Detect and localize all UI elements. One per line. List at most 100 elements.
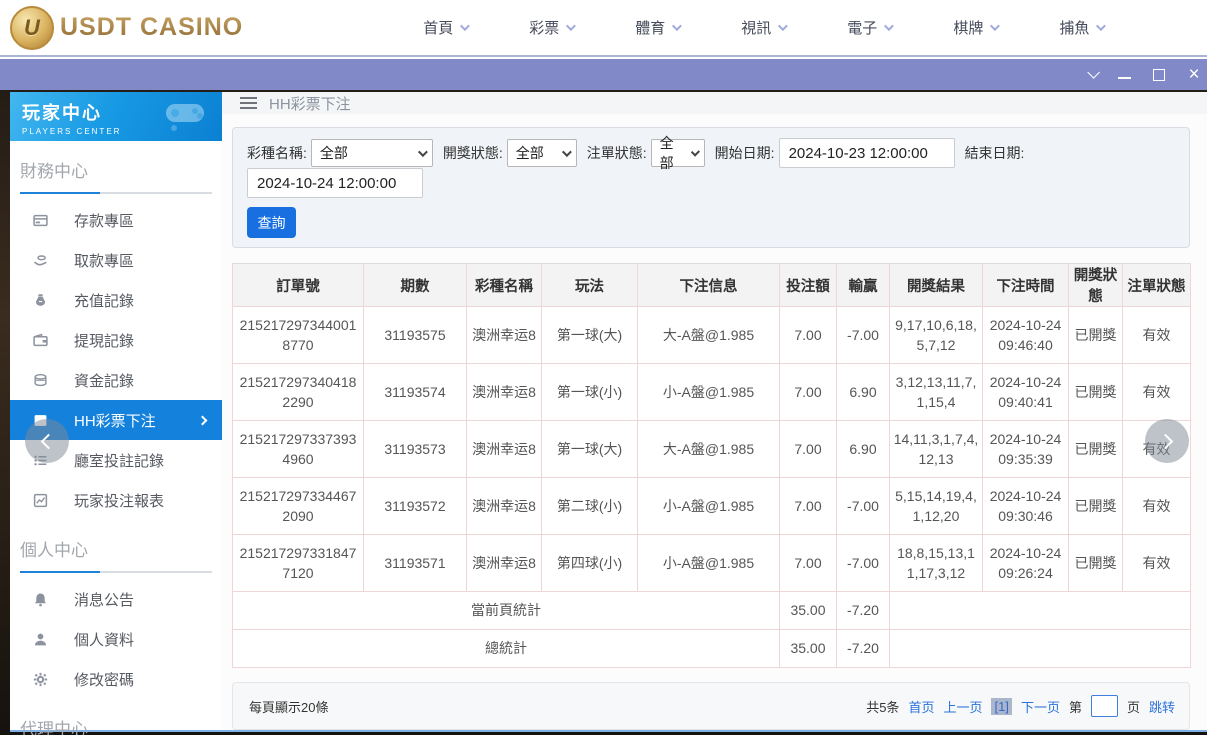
sidebar-item-profile[interactable]: 個人資料 xyxy=(10,619,222,659)
table-cell: 第一球(小) xyxy=(541,363,638,421)
order-status-select[interactable]: 全部 xyxy=(650,135,705,171)
nav-item-slots[interactable]: 電子 xyxy=(847,17,895,38)
section-divider xyxy=(20,571,212,573)
menu-icon[interactable] xyxy=(240,97,257,109)
draw-status-select[interactable]: 全部 xyxy=(506,139,577,167)
table-cell: 2152172973404182290 xyxy=(232,363,364,421)
table-header-cell: 輸贏 xyxy=(836,263,890,307)
table-header-cell: 彩種名稱 xyxy=(466,263,542,307)
table-cell: 第一球(大) xyxy=(541,306,638,364)
player-center-window: 玩家中心 PLAYERS CENTER 財務中心 存款專區 取款專區 充值記錄 提現記錄… xyxy=(10,92,1207,735)
section-title: 代理中心 xyxy=(20,720,88,735)
window-maximize-icon[interactable] xyxy=(1153,68,1165,81)
pagination-controls: 共5条 首页 上一页 [1] 下一页 第 页 跳转 xyxy=(866,695,1175,717)
nav-item-fishing[interactable]: 捕魚 xyxy=(1059,17,1107,38)
table-cell: 小-A盤@1.985 xyxy=(637,534,780,592)
sidebar-item-funds-record[interactable]: 資金記錄 xyxy=(10,360,222,400)
first-page-link[interactable]: 首页 xyxy=(908,697,934,716)
search-button[interactable]: 查詢 xyxy=(247,207,296,238)
chevron-down-icon xyxy=(672,21,683,32)
table-cell: 澳洲幸运8 xyxy=(466,477,542,535)
section-divider xyxy=(20,192,212,194)
sidebar-item-withdraw[interactable]: 取款專區 xyxy=(10,240,222,280)
nav-item-cards[interactable]: 棋牌 xyxy=(953,17,1001,38)
chevron-down-icon xyxy=(417,146,428,157)
nav-item-label: 視訊 xyxy=(741,20,772,37)
table-cell: 18,8,15,13,11,17,3,12 xyxy=(889,534,983,592)
window-collapse-icon[interactable] xyxy=(1087,66,1100,79)
table-cell: 7.00 xyxy=(779,420,837,478)
table-cell: 澳洲幸运8 xyxy=(466,420,542,478)
sidebar-item-label: 玩家投注報表 xyxy=(74,492,165,510)
prev-page-link[interactable]: 上一页 xyxy=(943,697,982,716)
section-title: 財務中心 xyxy=(20,162,88,181)
table-header-cell: 開獎結果 xyxy=(889,263,983,307)
table-cell: 31193573 xyxy=(363,420,467,478)
recharge-record-icon xyxy=(33,293,48,308)
table-row: 2152172973373934960 31193573 澳洲幸运8 第一球(大) 大-… xyxy=(232,420,1191,478)
sidebar-item-label: 修改密碼 xyxy=(74,671,135,689)
page-jump-input[interactable] xyxy=(1090,695,1118,717)
sidebar: 玩家中心 PLAYERS CENTER 財務中心 存款專區 取款專區 充值記錄 提現記錄… xyxy=(10,92,222,735)
summary-winloss-total: -7.20 xyxy=(836,629,890,668)
table-cell: 2024-10-24 09:30:46 xyxy=(982,477,1069,535)
nav-item-label: 捕魚 xyxy=(1059,20,1090,37)
table-cell: 第四球(小) xyxy=(541,534,638,592)
nav-item-sports[interactable]: 體育 xyxy=(635,17,683,38)
chevron-down-icon xyxy=(460,21,471,32)
end-date-input[interactable] xyxy=(247,168,423,198)
chevron-down-icon xyxy=(566,21,577,32)
sidebar-item-label: 消息公告 xyxy=(74,591,135,609)
sidebar-item-announcements[interactable]: 消息公告 xyxy=(10,579,222,619)
lottery-select[interactable]: 全部 xyxy=(310,139,433,167)
summary-bet-total: 35.00 xyxy=(779,591,837,630)
nav-item-label: 棋牌 xyxy=(953,20,984,37)
table-header-row: 訂單號 期數 彩種名稱 玩法 下注信息 投注額 輸贏 開獎結果 下注時間 開獎狀態 注單狀態 xyxy=(232,263,1191,307)
table-cell: 2152172973318477120 xyxy=(232,534,364,592)
window-minimize-icon[interactable] xyxy=(1118,71,1131,79)
sidebar-item-recharge-record[interactable]: 充值記錄 xyxy=(10,280,222,320)
next-page-link[interactable]: 下一页 xyxy=(1021,697,1060,716)
table-cell: 2024-10-24 09:40:41 xyxy=(982,363,1069,421)
table-cell: 9,17,10,6,18,5,7,12 xyxy=(889,306,983,364)
table-cell: 已開獎 xyxy=(1068,306,1123,364)
top-navbar: U USDT CASINO 首頁 彩票 體育 視訊 電子 棋牌 捕魚 xyxy=(0,0,1207,57)
pagination-bar: 每頁顯示20條 共5条 首页 上一页 [1] 下一页 第 页 跳转 xyxy=(232,682,1190,730)
nav-item-home[interactable]: 首頁 xyxy=(423,17,471,38)
sidebar-item-label: 存款專區 xyxy=(74,212,135,230)
sidebar-section-agent: 代理中心 xyxy=(10,699,222,735)
nav-item-video[interactable]: 視訊 xyxy=(741,17,789,38)
table-row: 2152172973318477120 31193571 澳洲幸运8 第四球(小) 小-… xyxy=(232,534,1191,592)
summary-empty xyxy=(889,591,1191,630)
table-cell: 3,12,13,11,7,1,15,4 xyxy=(889,363,983,421)
table-cell: 31193572 xyxy=(363,477,467,535)
chevron-down-icon xyxy=(990,21,1001,32)
sidebar-collapse-button[interactable] xyxy=(25,419,69,463)
start-date-input[interactable] xyxy=(778,138,955,168)
jump-button[interactable]: 跳转 xyxy=(1149,697,1175,716)
table-cell: 2024-10-24 09:35:39 xyxy=(982,420,1069,478)
summary-label: 總統計 xyxy=(232,629,780,668)
table-header-cell: 下注時間 xyxy=(982,263,1069,307)
sidebar-item-withdraw-record[interactable]: 提現記錄 xyxy=(10,320,222,360)
table-cell: 小-A盤@1.985 xyxy=(637,363,780,421)
sidebar-section-finance: 財務中心存款專區取款專區 充值記錄 提現記錄 資金記錄 HH彩票下注 廳室投註記錄 玩家投注… xyxy=(10,141,222,520)
deposit-icon xyxy=(33,213,48,228)
table-cell: 澳洲幸运8 xyxy=(466,306,542,364)
funds-record-icon xyxy=(33,373,48,388)
table-cell: 7.00 xyxy=(779,534,837,592)
filter-panel: 彩種名稱: 全部 開獎狀態: 全部 注單狀態: 全部 開始日期: 2024-10… xyxy=(232,127,1190,248)
sidebar-item-deposit[interactable]: 存款專區 xyxy=(10,200,222,240)
panel-next-button[interactable] xyxy=(1145,419,1189,463)
chevron-down-icon xyxy=(884,21,895,32)
site-logo[interactable]: U USDT CASINO xyxy=(10,5,243,50)
sidebar-item-change-password[interactable]: 修改密碼 xyxy=(10,659,222,699)
window-close-icon[interactable]: × xyxy=(1187,65,1201,84)
summary-row: 總統計 35.00 -7.20 xyxy=(232,629,1191,668)
withdraw-icon xyxy=(33,253,48,268)
sidebar-item-label: HH彩票下注 xyxy=(74,412,156,430)
sidebar-item-label: 廳室投註記錄 xyxy=(74,452,165,470)
nav-item-lottery[interactable]: 彩票 xyxy=(529,17,577,38)
draw-status-label: 開獎狀態: xyxy=(442,145,503,161)
sidebar-item-player-report[interactable]: 玩家投注報表 xyxy=(10,480,222,520)
